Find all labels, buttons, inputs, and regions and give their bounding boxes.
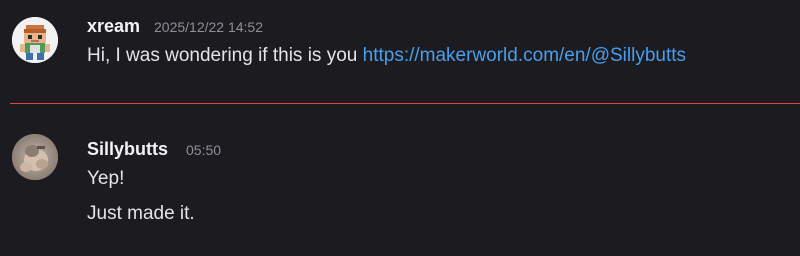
message-link[interactable]: https://makerworld.com/en/@Sillybutts (363, 45, 686, 66)
avatar-sillybutts[interactable] (12, 134, 58, 180)
message-timestamp[interactable]: 05:50 (186, 142, 221, 158)
message-author[interactable]: Sillybutts (87, 139, 168, 160)
pixel-character-avatar-icon (12, 17, 58, 63)
message-content: Hi, I was wondering if this is you https… (87, 45, 686, 67)
message-timestamp[interactable]: 2025/12/22 14:52 (154, 19, 263, 35)
message-text: Hi, I was wondering if this is you (87, 45, 363, 66)
avatar-xream[interactable] (12, 17, 58, 63)
message-author[interactable]: xream (87, 16, 140, 37)
photo-avatar-icon (12, 134, 58, 180)
message-xream: xream 2025/12/22 14:52 Hi, I was wonderi… (0, 0, 800, 100)
message-sillybutts: Sillybutts 05:50 Yep! Just made it. (0, 104, 800, 256)
message-line: Just made it. (87, 203, 195, 224)
message-line: Yep! (87, 168, 125, 189)
